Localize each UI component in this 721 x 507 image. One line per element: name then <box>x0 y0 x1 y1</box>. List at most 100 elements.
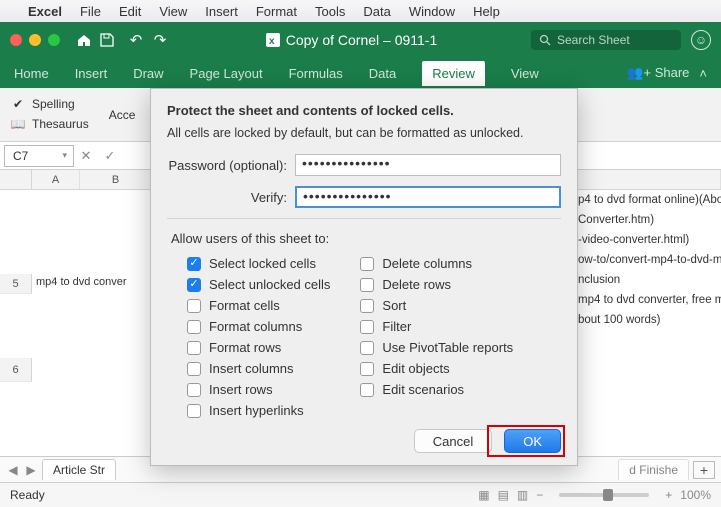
permission-select-unlocked-cells[interactable]: Select unlocked cells <box>187 277 330 292</box>
permission-format-rows[interactable]: Format rows <box>187 340 330 355</box>
permission-label: Filter <box>382 319 411 334</box>
menu-help[interactable]: Help <box>473 4 500 19</box>
menu-window[interactable]: Window <box>409 4 455 19</box>
permission-sort[interactable]: Sort <box>360 298 513 313</box>
permission-label: Format cells <box>209 298 280 313</box>
checkbox-icon[interactable] <box>360 383 374 397</box>
sheet-nav-next-icon[interactable]: ▶ <box>24 463 38 477</box>
cell-c-fragment[interactable]: bout 100 words) <box>578 310 721 330</box>
checkbox-icon[interactable] <box>187 341 201 355</box>
cell-c-fragment[interactable]: mp4 to dvd converter, free mp <box>578 290 721 310</box>
app-name[interactable]: Excel <box>28 4 62 19</box>
home-icon[interactable] <box>76 32 100 48</box>
search-sheet-field[interactable]: Search Sheet <box>531 30 681 50</box>
tab-home[interactable]: Home <box>14 66 49 81</box>
column-header-b[interactable]: B <box>80 170 152 189</box>
sheet-tab-finished[interactable]: d Finishe <box>618 459 689 480</box>
menu-view[interactable]: View <box>159 4 187 19</box>
checkbox-icon[interactable] <box>187 383 201 397</box>
permission-format-columns[interactable]: Format columns <box>187 319 330 334</box>
ok-button[interactable]: OK <box>504 429 561 453</box>
cell-c-fragment[interactable]: nclusion <box>578 270 721 290</box>
name-box[interactable]: C7 ▾ <box>4 145 74 167</box>
checkbox-icon[interactable] <box>360 320 374 334</box>
tab-view[interactable]: View <box>511 66 539 81</box>
redo-icon[interactable]: ↷ <box>148 31 172 49</box>
tab-draw[interactable]: Draw <box>133 66 163 81</box>
sheet-nav-prev-icon[interactable]: ◀ <box>6 463 20 477</box>
tab-data[interactable]: Data <box>369 66 396 81</box>
save-icon[interactable] <box>100 33 124 47</box>
permission-edit-objects[interactable]: Edit objects <box>360 361 513 376</box>
column-header-a[interactable]: A <box>32 170 80 189</box>
checkbox-icon[interactable] <box>360 299 374 313</box>
tab-insert[interactable]: Insert <box>75 66 108 81</box>
tab-page-layout[interactable]: Page Layout <box>190 66 263 81</box>
sheet-tab-active[interactable]: Article Str <box>42 459 116 480</box>
confirm-edit-icon[interactable]: ✓ <box>98 148 122 164</box>
row-header-5[interactable]: 5 <box>0 274 32 294</box>
cancel-edit-icon[interactable]: ✕ <box>74 148 98 164</box>
view-normal-icon[interactable]: ▦ <box>478 488 489 502</box>
permission-delete-columns[interactable]: Delete columns <box>360 256 513 271</box>
feedback-icon[interactable]: ☺ <box>691 30 711 50</box>
checkbox-icon[interactable] <box>187 404 201 418</box>
menu-insert[interactable]: Insert <box>205 4 238 19</box>
excel-doc-icon: x <box>266 33 280 47</box>
view-page-break-icon[interactable]: ▥ <box>517 488 528 502</box>
share-button[interactable]: 👥+ Share <box>627 65 689 81</box>
cell-c-fragment[interactable]: ow-to/convert-mp4-to-dvd-m <box>578 250 721 270</box>
permission-edit-scenarios[interactable]: Edit scenarios <box>360 382 513 397</box>
tab-formulas[interactable]: Formulas <box>289 66 343 81</box>
add-sheet-button[interactable]: + <box>693 461 715 479</box>
permission-label: Edit scenarios <box>382 382 464 397</box>
checkbox-icon[interactable] <box>360 362 374 376</box>
menu-data[interactable]: Data <box>363 4 390 19</box>
minimize-window-button[interactable] <box>29 34 41 46</box>
checkbox-icon[interactable] <box>187 320 201 334</box>
checkbox-icon[interactable] <box>360 341 374 355</box>
permission-select-locked-cells[interactable]: Select locked cells <box>187 256 330 271</box>
permission-use-pivottable-reports[interactable]: Use PivotTable reports <box>360 340 513 355</box>
menu-file[interactable]: File <box>80 4 101 19</box>
permission-format-cells[interactable]: Format cells <box>187 298 330 313</box>
cell-c-fragment[interactable]: p4 to dvd format online)(Abou <box>578 190 721 210</box>
menu-format[interactable]: Format <box>256 4 297 19</box>
checkbox-icon[interactable] <box>360 257 374 271</box>
row-header-6[interactable]: 6 <box>0 358 32 382</box>
menu-edit[interactable]: Edit <box>119 4 141 19</box>
cell-c-fragment[interactable]: -video-converter.html) <box>578 230 721 250</box>
cell-b5[interactable]: mp4 to dvd conver <box>36 276 148 288</box>
view-page-layout-icon[interactable]: ▤ <box>498 488 509 502</box>
checkbox-icon[interactable] <box>187 299 201 313</box>
thesaurus-button[interactable]: 📖Thesaurus <box>10 116 89 132</box>
permission-label: Select locked cells <box>209 256 316 271</box>
close-window-button[interactable] <box>10 34 22 46</box>
zoom-out-button[interactable]: − <box>536 488 543 502</box>
tab-review[interactable]: Review <box>422 61 485 86</box>
checkbox-icon[interactable] <box>360 278 374 292</box>
chevron-down-icon[interactable]: ▾ <box>62 150 67 161</box>
undo-icon[interactable]: ↶ <box>124 31 148 49</box>
zoom-in-button[interactable]: + <box>665 488 672 502</box>
status-ready: Ready <box>10 488 45 502</box>
zoom-level[interactable]: 100% <box>680 488 711 502</box>
accessibility-button[interactable]: Acce <box>109 108 136 122</box>
checkbox-icon[interactable] <box>187 278 201 292</box>
menu-tools[interactable]: Tools <box>315 4 345 19</box>
checkbox-icon[interactable] <box>187 257 201 271</box>
permission-insert-columns[interactable]: Insert columns <box>187 361 330 376</box>
verify-password-input[interactable]: ••••••••••••••• <box>295 186 561 208</box>
cell-c-fragment[interactable]: Converter.htm) <box>578 210 721 230</box>
cancel-button[interactable]: Cancel <box>414 429 492 453</box>
permission-insert-hyperlinks[interactable]: Insert hyperlinks <box>187 403 330 418</box>
spelling-button[interactable]: ✔Spelling <box>10 96 89 112</box>
zoom-window-button[interactable] <box>48 34 60 46</box>
permission-filter[interactable]: Filter <box>360 319 513 334</box>
permission-insert-rows[interactable]: Insert rows <box>187 382 330 397</box>
password-input[interactable]: ••••••••••••••• <box>295 154 561 176</box>
zoom-slider[interactable] <box>559 493 649 497</box>
checkbox-icon[interactable] <box>187 362 201 376</box>
ribbon-collapse-icon[interactable]: ˄ <box>699 66 707 81</box>
permission-delete-rows[interactable]: Delete rows <box>360 277 513 292</box>
